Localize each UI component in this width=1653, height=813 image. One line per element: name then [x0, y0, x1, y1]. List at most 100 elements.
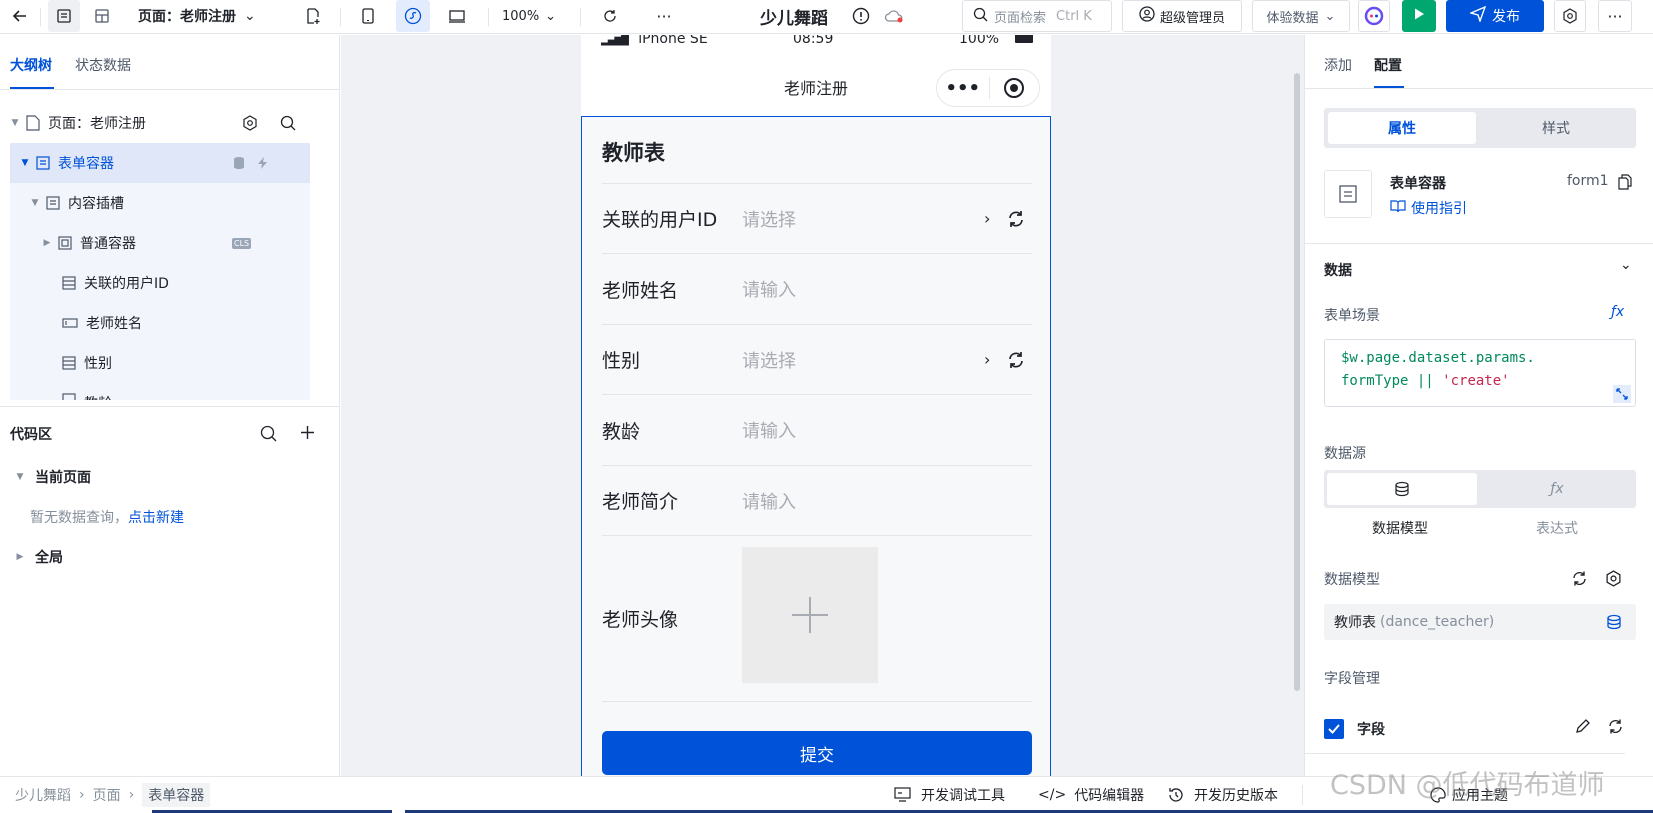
back-arrow-icon[interactable]: [6, 0, 34, 32]
database-icon[interactable]: [232, 156, 246, 170]
settings-icon[interactable]: [1554, 0, 1586, 32]
run-button[interactable]: [1402, 0, 1436, 32]
copy-icon[interactable]: [1618, 174, 1632, 190]
left-panel: 大纲树 状态数据 ▼ 页面：老师注册 ▼ 表单容器 ▼ 内容插槽 ▶ 普通容器 …: [0, 35, 340, 776]
more-dots-icon[interactable]: •••: [937, 78, 989, 99]
layout-icon[interactable]: [86, 0, 118, 32]
status-bar-time: 08:59: [793, 35, 834, 47]
refresh-icon[interactable]: [1006, 350, 1026, 370]
tree-item-user-id[interactable]: 关联的用户ID: [10, 263, 310, 303]
signal-icon: ▂▄▆█: [601, 35, 629, 46]
zoom-select[interactable]: 100% ⌄: [502, 0, 556, 32]
seg-style[interactable]: 样式: [1480, 112, 1632, 144]
chevron-down-icon: ⌄: [545, 8, 557, 24]
caret-down-icon[interactable]: ▼: [10, 118, 20, 128]
current-page-group[interactable]: ▼ 当前页面: [15, 467, 91, 487]
expression-fx-icon[interactable]: ƒx: [1611, 304, 1624, 320]
tree-item-form-container[interactable]: ▼ 表单容器: [10, 143, 310, 183]
lightning-icon[interactable]: [256, 156, 270, 170]
page-selector[interactable]: 页面：老师注册 ⌄: [138, 0, 256, 32]
refresh-icon[interactable]: [1006, 209, 1026, 229]
tab-config[interactable]: 配置: [1374, 55, 1402, 75]
upload-box[interactable]: [742, 547, 878, 683]
section-data-title[interactable]: 数据: [1324, 260, 1352, 280]
history-button[interactable]: 开发历史版本: [1168, 777, 1278, 812]
refresh-icon[interactable]: [1607, 718, 1624, 735]
tab-outline[interactable]: 大纲树: [10, 55, 52, 75]
canvas-scrollbar[interactable]: [1294, 73, 1300, 691]
guide-link[interactable]: 使用指引: [1390, 198, 1467, 218]
submit-button[interactable]: 提交: [602, 731, 1032, 775]
seg-data-model[interactable]: [1327, 473, 1477, 505]
code-editor-button[interactable]: </> 代码编辑器: [1038, 777, 1144, 812]
close-circle-icon[interactable]: [989, 77, 1039, 99]
theme-button[interactable]: 应用主题: [1430, 777, 1508, 812]
search-icon[interactable]: [260, 425, 277, 442]
field-checkbox[interactable]: [1324, 719, 1344, 739]
code-line-2b: 'create': [1442, 373, 1510, 389]
tree-label: 性别: [84, 356, 112, 372]
breadcrumb-page[interactable]: 页面: [93, 785, 121, 805]
field-user-id[interactable]: 关联的用户ID 请选择 ›: [602, 184, 1032, 254]
field-teacher-intro[interactable]: 老师简介 请输入: [602, 466, 1032, 536]
chevron-down-icon[interactable]: ⌄: [1620, 257, 1632, 273]
expand-icon[interactable]: [1613, 385, 1631, 403]
chevron-right-icon[interactable]: ›: [984, 350, 990, 369]
breadcrumb-current[interactable]: 表单容器: [142, 782, 211, 807]
global-group[interactable]: ▶ 全局: [15, 547, 63, 567]
page-list-icon[interactable]: [48, 0, 80, 32]
publish-button[interactable]: 发布: [1446, 0, 1544, 32]
tree-label: 关联的用户ID: [84, 276, 169, 292]
tree-item-teaching-years[interactable]: 教龄: [10, 383, 310, 400]
admin-button[interactable]: 超级管理员: [1122, 0, 1242, 32]
edit-icon[interactable]: [1575, 718, 1591, 734]
search-icon[interactable]: [280, 115, 296, 131]
gear-icon[interactable]: [242, 115, 258, 131]
field-label: 性别: [602, 350, 641, 372]
seg-props[interactable]: 属性: [1328, 112, 1476, 144]
breadcrumb-app[interactable]: 少儿舞蹈: [15, 785, 71, 805]
tab-state-data[interactable]: 状态数据: [75, 55, 131, 75]
add-page-icon[interactable]: [298, 0, 328, 32]
refresh-icon[interactable]: [596, 0, 624, 32]
caret-right-icon[interactable]: ▶: [42, 238, 52, 248]
gear-icon[interactable]: [1605, 570, 1622, 587]
tree-item-gender[interactable]: 性别: [10, 343, 310, 383]
ai-assistant-icon[interactable]: [1358, 0, 1390, 32]
debug-tools-button[interactable]: 开发调试工具: [894, 777, 1005, 812]
caret-down-icon[interactable]: ▼: [30, 198, 40, 208]
current-page-label: 当前页面: [35, 470, 91, 486]
create-query-link[interactable]: 点击新建: [128, 510, 184, 526]
chevron-right-icon[interactable]: ›: [984, 209, 990, 228]
data-mode-select[interactable]: 体验数据 ⌄: [1252, 0, 1350, 32]
field-teacher-avatar[interactable]: 老师头像: [602, 536, 1032, 702]
field-gender[interactable]: 性别 请选择 ›: [602, 325, 1032, 395]
caret-down-icon[interactable]: ▼: [20, 158, 30, 168]
form-container[interactable]: 教师表 关联的用户ID 请选择 › 老师姓名 请输入 性别 请选择 › 教龄 请…: [581, 116, 1051, 776]
container-icon: [58, 236, 72, 250]
add-icon[interactable]: [300, 425, 315, 440]
tree-item-container[interactable]: ▶ 普通容器 CLS: [10, 223, 310, 263]
field-placeholder: 请选择: [742, 209, 796, 231]
tree-clip: 教龄: [10, 383, 310, 400]
form-scene-code-editor[interactable]: $w.page.dataset.params. formType || 'cre…: [1324, 339, 1636, 407]
search-icon: [973, 7, 988, 26]
data-model-select[interactable]: 教师表 (dance_teacher): [1324, 604, 1636, 640]
cloud-sync-icon[interactable]: [882, 0, 906, 32]
form-icon: [36, 156, 50, 170]
more-icon[interactable]: ···: [650, 0, 678, 32]
refresh-icon[interactable]: [1571, 570, 1588, 587]
field-teacher-name[interactable]: 老师姓名 请输入: [602, 254, 1032, 325]
seg-expression[interactable]: ƒx: [1482, 473, 1632, 505]
tree-item-teacher-name[interactable]: 老师姓名: [10, 303, 310, 343]
more-menu-icon[interactable]: ···: [1598, 0, 1632, 32]
tree-item-content-slot[interactable]: ▼ 内容插槽: [10, 183, 310, 223]
miniprogram-view-icon[interactable]: [396, 0, 430, 32]
mobile-view-icon[interactable]: [352, 0, 384, 32]
info-icon[interactable]: [850, 0, 872, 32]
tree-item-page[interactable]: ▼ 页面：老师注册: [10, 103, 310, 143]
tab-add[interactable]: 添加: [1324, 55, 1352, 75]
desktop-view-icon[interactable]: [440, 0, 474, 32]
field-teaching-years[interactable]: 教龄 请输入: [602, 395, 1032, 466]
page-search-input[interactable]: 页面检索 Ctrl K: [962, 0, 1112, 32]
